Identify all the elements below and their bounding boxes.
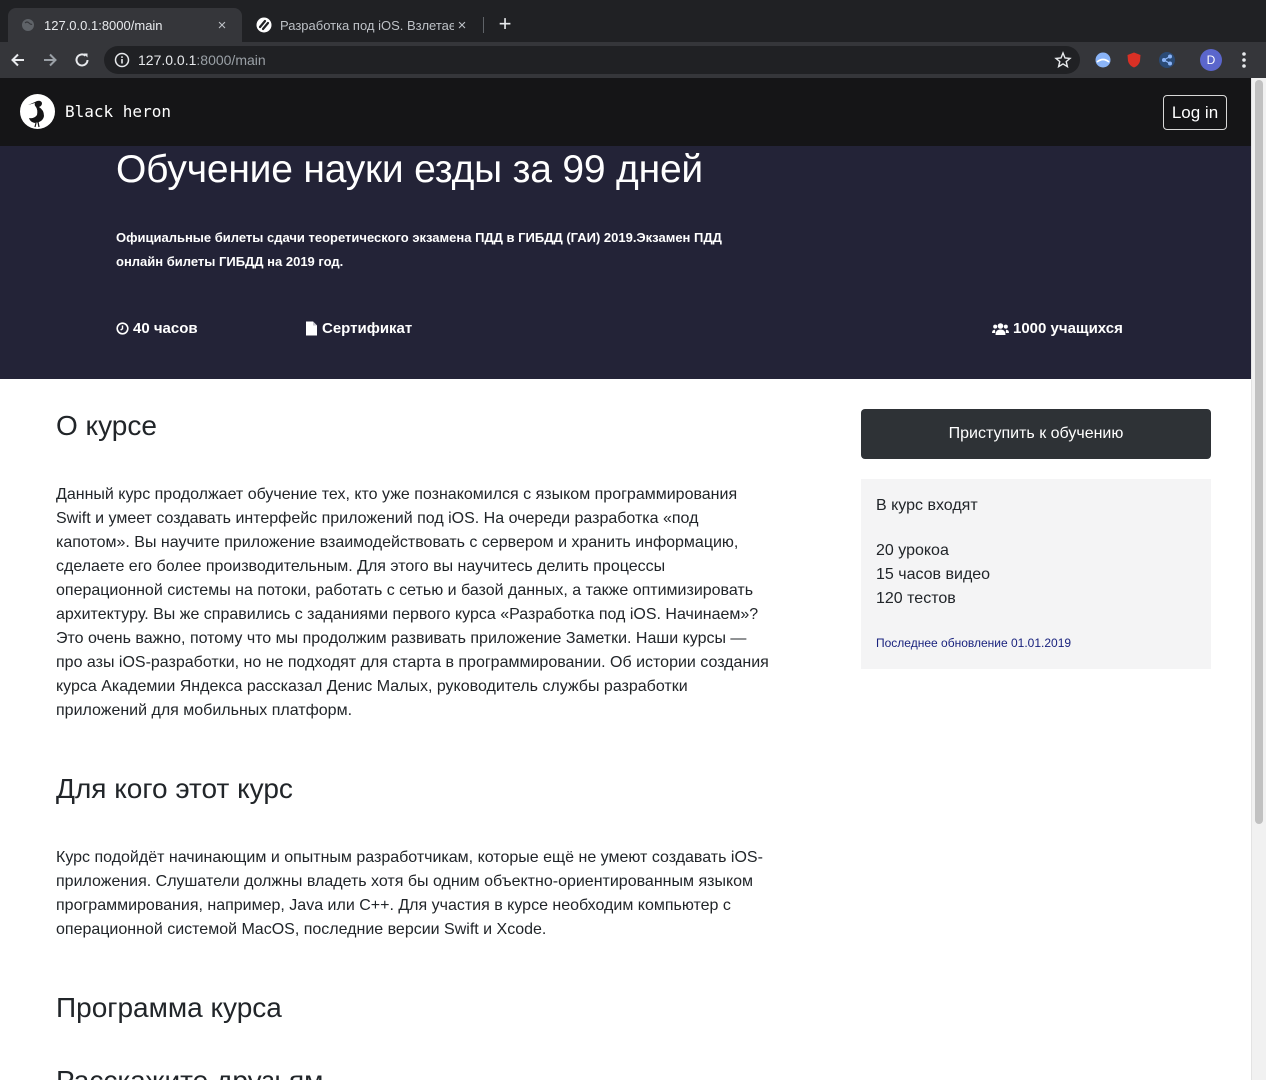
program-heading: Программа курса (56, 992, 282, 1023)
start-learning-button[interactable]: Приступить к обучению (861, 409, 1211, 459)
about-text: Данный курс продолжает обучение тех, кто… (56, 486, 769, 719)
last-updated-text: Последнее обновление 01.01.2019 (876, 636, 1072, 650)
includes-heading: В курс входят (876, 497, 978, 514)
users-icon (992, 322, 1009, 335)
clock-icon (116, 322, 129, 335)
extension-globe-icon[interactable] (1094, 51, 1112, 69)
tab-title: Разработка под iOS. Взлетаем (280, 17, 454, 33)
browser-tab-bar: 127.0.0.1:8000/main × Разработка под iOS… (0, 0, 1266, 42)
site-info-icon[interactable] (114, 52, 130, 68)
forward-icon[interactable] (38, 48, 62, 72)
login-button[interactable]: Log in (1163, 95, 1227, 130)
browser-tab-main[interactable]: 127.0.0.1:8000/main × (8, 8, 242, 42)
list-item: 15 часов видео (876, 566, 991, 583)
new-tab-button[interactable]: + (494, 12, 516, 36)
includes-list: 20 урокоа 15 часов видео 120 тестов (876, 539, 990, 611)
course-title: Обучение науки езды за 99 дней (116, 148, 704, 191)
browser-tab-ios[interactable]: Разработка под iOS. Взлетаем × (244, 8, 482, 42)
course-hero: Обучение науки езды за 99 дней Официальн… (0, 146, 1251, 379)
reload-icon[interactable] (70, 48, 94, 72)
globe-icon (20, 17, 36, 33)
address-bar[interactable]: 127.0.0.1:8000/main (104, 46, 1080, 74)
extension-share-icon[interactable] (1158, 51, 1176, 69)
list-item: 120 тестов (876, 590, 956, 607)
back-icon[interactable] (6, 48, 30, 72)
scrollbar-thumb[interactable] (1255, 80, 1263, 824)
url-text: 127.0.0.1:8000/main (138, 52, 266, 68)
course-students: 1000 учащихся (992, 320, 1123, 337)
about-heading: О курсе (56, 410, 157, 441)
site-navbar: Black heron Log in (0, 78, 1251, 146)
site-logo-icon (256, 17, 272, 33)
students-text: 1000 учащихся (1013, 320, 1123, 337)
heron-logo[interactable] (20, 94, 55, 129)
close-tab-icon[interactable]: × (214, 17, 230, 34)
course-description: Официальные билеты сдачи теоретического … (116, 230, 722, 269)
list-item: 20 урокоа (876, 542, 949, 559)
share-heading: Расскажите друзьям (56, 1065, 323, 1080)
browser-toolbar: 127.0.0.1:8000/main D (0, 42, 1266, 78)
extension-shield-icon[interactable] (1125, 51, 1143, 69)
certificate-text: Сертификат (322, 320, 413, 337)
duration-text: 40 часов (133, 320, 198, 337)
brand-name[interactable]: Black heron (65, 102, 171, 121)
tab-separator (483, 17, 484, 33)
web-page: Black heron Log in Обучение науки езды з… (0, 78, 1251, 1080)
course-duration: 40 часов (116, 320, 198, 337)
browser-menu-icon[interactable] (1236, 50, 1252, 70)
audience-heading: Для кого этот курс (56, 773, 293, 804)
close-tab-icon[interactable]: × (454, 17, 470, 34)
course-certificate: Сертификат (305, 320, 412, 337)
course-includes-card: В курс входят 20 урокоа 15 часов видео 1… (861, 479, 1211, 669)
file-icon (306, 321, 317, 336)
page-scrollbar[interactable] (1251, 78, 1266, 1080)
profile-avatar[interactable]: D (1200, 49, 1222, 71)
audience-text: Курс подойдёт начинающим и опытным разра… (56, 849, 763, 938)
tab-title: 127.0.0.1:8000/main (44, 17, 163, 33)
bookmark-star-icon[interactable] (1054, 51, 1072, 69)
